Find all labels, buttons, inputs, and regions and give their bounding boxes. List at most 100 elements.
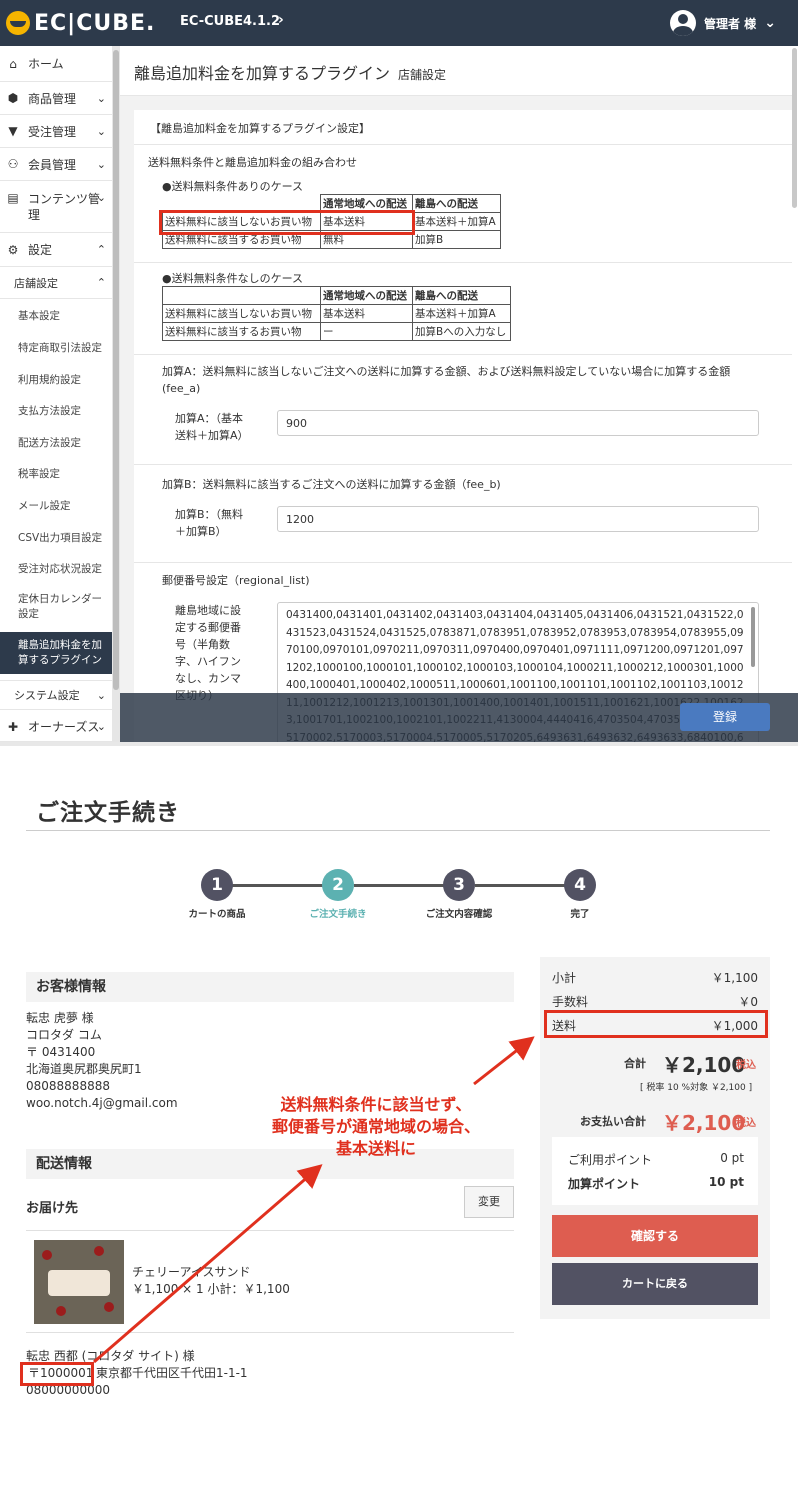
scrollbar-thumb[interactable] — [792, 48, 797, 208]
sidebar-item-customers[interactable]: ⚇ 会員管理 ⌄ — [0, 148, 112, 181]
annotation-line: 郵便番号が通常地域の場合、 — [271, 1117, 480, 1136]
table-cell: 加算Bへの入力なし — [412, 322, 511, 341]
arrow-to-shipping — [473, 1036, 535, 1086]
table-cell: 基本送料 — [320, 304, 413, 323]
sidebar-subitem-order-status[interactable]: 受注対応状況設定 — [0, 561, 112, 576]
table-header-cell: 離島への配送 — [412, 194, 501, 213]
sidebar-item-label: コンテンツ管理 — [28, 192, 101, 222]
subtotal-label: 小計 — [552, 971, 577, 985]
regional-label: 離島地域に設 定する郵便番 号（半角数 字、ハイフン なし、カンマ 区切り） — [175, 602, 241, 704]
customer-name: 転忠 虎夢 様 — [26, 1011, 94, 1025]
sidebar-item-contents[interactable]: ▤ コンテンツ管理 ⌄ — [0, 181, 112, 233]
sidebar-scrollbar[interactable] — [112, 46, 120, 742]
product-image-body — [48, 1270, 110, 1296]
divider — [134, 262, 792, 263]
fee-a-desc-text: 加算A：送料無料に該当しないご注文への送料に加算する金額、および送料無料設定して… — [162, 365, 731, 378]
sidebar-item-label: オーナーズストア — [28, 720, 102, 734]
customer-company: コロタダ コム — [26, 1028, 102, 1042]
divider — [26, 1230, 514, 1231]
step-1: 1 — [201, 869, 233, 901]
sidebar-subitem-delivery[interactable]: 配送方法設定 — [0, 435, 112, 450]
chevron-up-icon: ⌃ — [96, 243, 106, 256]
fee-b-label: 加算B：（無料 ＋加算B） — [175, 506, 243, 540]
sidebar-item-orders[interactable]: ▼ 受注管理 ⌄ — [0, 115, 112, 148]
divider — [134, 354, 792, 355]
chevron-down-icon: ⌄ — [96, 720, 106, 733]
sidebar-subitem-calendar[interactable]: 定休日カレンダー設定 — [0, 592, 104, 622]
sidebar-item-products[interactable]: ⬢ 商品管理 ⌄ — [0, 82, 112, 115]
user-menu[interactable]: 管理者 様 ⌄ — [670, 10, 776, 36]
ec-cube-logo[interactable]: EC|CUBE. — [6, 9, 155, 37]
fee-a-label-line: 加算A：（基本 — [175, 412, 244, 425]
chevron-up-icon: ⌃ — [96, 276, 106, 289]
divider — [134, 144, 792, 145]
chevron-down-icon: ⌄ — [96, 191, 106, 204]
change-button[interactable]: 変更 — [464, 1186, 514, 1218]
sidebar-item-settings[interactable]: ⚙ 設定 ⌃ — [0, 233, 112, 267]
chevron-right-icon[interactable]: › — [278, 12, 284, 28]
add-point-label: 加算ポイント — [568, 1177, 641, 1191]
table-cell — [162, 286, 321, 305]
use-point-label: ご利用ポイント — [568, 1153, 653, 1167]
sidebar-item-home[interactable]: ⌂ ホーム — [0, 46, 112, 82]
sidebar-item-label: システム設定 — [14, 689, 80, 702]
user-avatar-icon — [670, 10, 696, 36]
fee-b-description: 加算B：送料無料に該当するご注文への送料に加算する金額（fee_b) — [162, 478, 501, 491]
regional-label-line: 字、ハイフン — [175, 655, 241, 668]
customer-info-header: お客様情報 — [26, 972, 514, 1002]
confirm-button[interactable]: 確認する — [552, 1215, 758, 1257]
sidebar-item-owners-store[interactable]: ✚ オーナーズストア ⌄ — [0, 712, 112, 742]
sidebar-subitem-commerce-law[interactable]: 特定商取引法設定 — [0, 340, 112, 355]
sidebar-subitem-mail[interactable]: メール設定 — [0, 498, 112, 513]
total-value: ￥2,100 — [662, 1053, 746, 1077]
sidebar-subitem-payment[interactable]: 支払方法設定 — [0, 403, 112, 418]
cube-icon: ⬢ — [7, 91, 19, 105]
sidebar-subitem-csv[interactable]: CSV出力項目設定 — [0, 530, 112, 545]
admin-screenshot: EC|CUBE. EC-CUBE4.1.2 › 管理者 様 ⌄ ⌂ ホーム ⬢ … — [0, 0, 798, 742]
version-label[interactable]: EC-CUBE4.1.2 — [180, 14, 280, 29]
sidebar-item-label: 店舗設定 — [14, 276, 58, 290]
admin-sidebar: ⌂ ホーム ⬢ 商品管理 ⌄ ▼ 受注管理 ⌄ ⚇ 会員管理 ⌄ ▤ コンテンツ… — [0, 46, 112, 742]
fee-a-input[interactable]: 900 — [277, 410, 759, 436]
customer-zip: 〒 0431400 — [26, 1045, 96, 1059]
table-cell: 加算B — [412, 230, 501, 249]
recipient-address: 東京都千代田区千代田1-1-1 — [96, 1366, 248, 1380]
sidebar-item-label: 設定 — [28, 243, 53, 257]
content-scrollbar[interactable] — [792, 46, 798, 742]
chevron-down-icon: ⌄ — [96, 91, 106, 105]
register-button[interactable]: 登録 — [680, 703, 770, 731]
table-cell: ー — [320, 322, 413, 341]
deliver-to-label: お届け先 — [26, 1201, 79, 1216]
cherry-icon — [42, 1250, 52, 1260]
divider — [134, 562, 792, 563]
regional-description: 郵便番号設定（regional_list) — [162, 574, 310, 587]
sidebar-item-store-settings[interactable]: 店舗設定 ⌃ — [0, 267, 112, 299]
users-icon: ⚇ — [7, 157, 19, 171]
product-name: チェリーアイスサンド — [132, 1265, 251, 1279]
textarea-scrollbar[interactable] — [751, 607, 755, 667]
sidebar-item-system[interactable]: システム設定 ⌄ — [0, 680, 112, 710]
step-1-label: カートの商品 — [188, 909, 246, 920]
sidebar-subitem-basic[interactable]: 基本設定 — [0, 308, 112, 323]
regional-label-line: 号（半角数 — [175, 638, 230, 651]
fee-b-input[interactable]: 1200 — [277, 506, 759, 532]
back-to-cart-button[interactable]: カートに戻る — [552, 1263, 758, 1305]
sidebar-subitem-tax[interactable]: 税率設定 — [0, 466, 112, 481]
file-icon: ▤ — [7, 191, 19, 205]
regional-label-line: 離島地域に設 — [175, 604, 241, 617]
logo-mark-icon — [6, 11, 30, 35]
fee-value: ￥0 — [738, 995, 758, 1009]
admin-header: EC|CUBE. EC-CUBE4.1.2 › 管理者 様 ⌄ — [0, 0, 798, 46]
sidebar-subitem-terms[interactable]: 利用規約設定 — [0, 372, 112, 387]
step-3: 3 — [443, 869, 475, 901]
scrollbar-thumb[interactable] — [113, 50, 119, 690]
customer-address: 北海道奥尻郡奥尻町1 — [26, 1062, 142, 1076]
checkout-title: ご注文手続き — [36, 800, 180, 826]
total-label: 合計 — [624, 1057, 646, 1070]
fee-a-label-line: 送料＋加算A） — [175, 429, 249, 442]
combo-label: 送料無料条件と離島追加料金の組み合わせ — [148, 156, 357, 169]
sidebar-subitem-remote-island-plugin[interactable]: 離島追加料金を加算するプラグイン — [0, 632, 112, 674]
logo-text: EC|CUBE. — [34, 10, 156, 36]
table-cell: 基本送料＋加算A — [412, 212, 501, 231]
annotation-line: 基本送料に — [335, 1139, 416, 1158]
